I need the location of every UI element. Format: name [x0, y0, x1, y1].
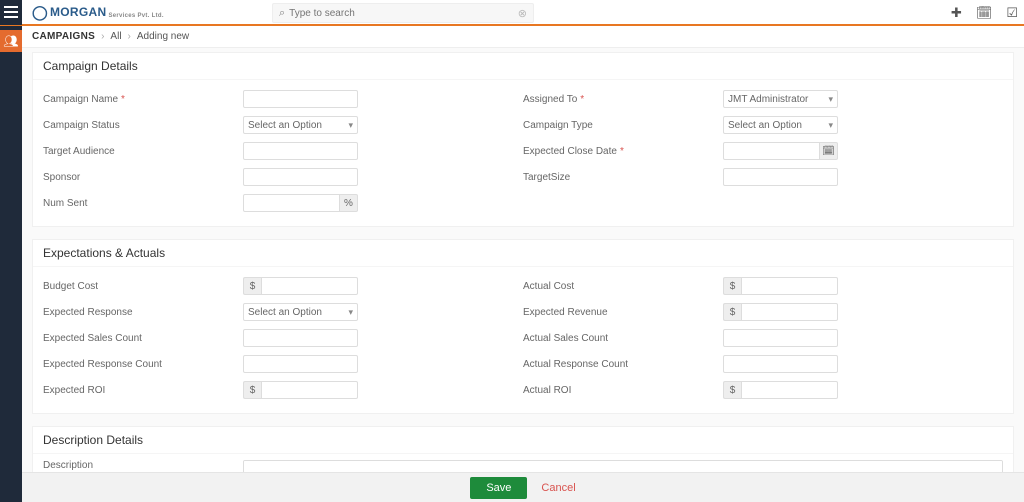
panel-header: Description Details	[33, 427, 1013, 454]
label-campaign-name: Campaign Name*	[43, 94, 243, 105]
label-expected-response-count: Expected Response Count	[43, 359, 243, 370]
breadcrumb-all[interactable]: All	[110, 31, 121, 42]
description-field[interactable]	[243, 460, 1003, 472]
label-target-audience: Target Audience	[43, 146, 243, 157]
num-sent-field[interactable]	[243, 194, 340, 212]
actual-sales-count-field[interactable]	[723, 329, 838, 347]
assigned-to-select[interactable]: JMT Administrator	[723, 90, 838, 108]
cancel-button[interactable]: Cancel	[541, 482, 575, 494]
label-expected-roi: Expected ROI	[43, 385, 243, 396]
target-size-field[interactable]	[723, 168, 838, 186]
expected-close-date-field[interactable]	[723, 142, 820, 160]
currency-addon: $	[243, 277, 261, 295]
menu-toggle[interactable]	[0, 0, 22, 25]
checkbox-icon[interactable]: ☑︎	[1006, 5, 1018, 21]
campaign-type-select[interactable]: Select an Option	[723, 116, 838, 134]
currency-addon: $	[723, 277, 741, 295]
add-icon[interactable]: ✚	[951, 5, 962, 21]
actual-roi-field[interactable]	[741, 381, 838, 399]
clear-icon[interactable]: ⊗	[518, 7, 527, 20]
search-input[interactable]	[289, 8, 518, 19]
expected-response-count-field[interactable]	[243, 355, 358, 373]
expected-revenue-field[interactable]	[741, 303, 838, 321]
logo-subtext: Services Pvt. Ltd.	[108, 13, 163, 19]
sponsor-field[interactable]	[243, 168, 358, 186]
expected-sales-count-field[interactable]	[243, 329, 358, 347]
people-icon: 👥︎	[3, 34, 18, 48]
label-budget-cost: Budget Cost	[43, 281, 243, 292]
label-actual-sales-count: Actual Sales Count	[523, 333, 723, 344]
topbar: ◯ MORGAN Services Pvt. Ltd. ⌕ ⊗ ✚ 🗓︎ ☑︎	[0, 0, 1024, 26]
save-button[interactable]: Save	[470, 477, 527, 499]
label-campaign-status: Campaign Status	[43, 120, 243, 131]
chevron-right-icon: ›	[101, 31, 104, 42]
budget-cost-field[interactable]	[261, 277, 358, 295]
logo-text: MORGAN	[50, 5, 106, 19]
panel-header: Campaign Details	[33, 53, 1013, 80]
actual-response-count-field[interactable]	[723, 355, 838, 373]
breadcrumb-current: Adding new	[137, 31, 189, 42]
expected-roi-field[interactable]	[261, 381, 358, 399]
actual-cost-field[interactable]	[741, 277, 838, 295]
logo-mark-icon: ◯	[32, 4, 48, 21]
currency-addon: $	[243, 381, 261, 399]
label-sponsor: Sponsor	[43, 172, 243, 183]
action-bar: Save Cancel	[22, 472, 1024, 502]
currency-addon: $	[723, 381, 741, 399]
brand-logo: ◯ MORGAN Services Pvt. Ltd.	[32, 4, 164, 21]
label-expected-sales-count: Expected Sales Count	[43, 333, 243, 344]
currency-addon: $	[723, 303, 741, 321]
label-num-sent: Num Sent	[43, 198, 243, 209]
percent-addon: %	[340, 194, 358, 212]
sidebar: 👥︎	[0, 26, 22, 502]
label-actual-roi: Actual ROI	[523, 385, 723, 396]
breadcrumb-root[interactable]: CAMPAIGNS	[32, 31, 95, 42]
calendar-icon[interactable]: 🗓︎	[976, 5, 993, 21]
label-description: Description	[43, 460, 243, 472]
label-target-size: TargetSize	[523, 172, 723, 183]
label-expected-close-date: Expected Close Date*	[523, 146, 723, 157]
form-content: Campaign Details Campaign Name* Assigned…	[22, 48, 1024, 472]
sidebar-item-campaigns[interactable]: 👥︎	[0, 30, 22, 52]
label-actual-cost: Actual Cost	[523, 281, 723, 292]
label-campaign-type: Campaign Type	[523, 120, 723, 131]
search-icon: ⌕	[279, 7, 285, 20]
top-right-icons: ✚ 🗓︎ ☑︎	[951, 0, 1018, 26]
label-actual-response-count: Actual Response Count	[523, 359, 723, 370]
panel-header: Expectations & Actuals	[33, 240, 1013, 267]
global-search[interactable]: ⌕ ⊗	[272, 3, 534, 23]
expected-response-select[interactable]: Select an Option	[243, 303, 358, 321]
panel-expectations: Expectations & Actuals Budget Cost $ Act…	[32, 239, 1014, 414]
label-expected-revenue: Expected Revenue	[523, 307, 723, 318]
breadcrumb: CAMPAIGNS › All › Adding new	[22, 26, 1024, 48]
campaign-status-select[interactable]: Select an Option	[243, 116, 358, 134]
target-audience-field[interactable]	[243, 142, 358, 160]
label-expected-response: Expected Response	[43, 307, 243, 318]
calendar-picker-icon[interactable]: 🗓︎	[820, 142, 838, 160]
campaign-name-field[interactable]	[243, 90, 358, 108]
panel-campaign-details: Campaign Details Campaign Name* Assigned…	[32, 52, 1014, 227]
chevron-right-icon: ›	[128, 31, 131, 42]
label-assigned-to: Assigned To*	[523, 94, 723, 105]
panel-description: Description Details Description	[32, 426, 1014, 472]
